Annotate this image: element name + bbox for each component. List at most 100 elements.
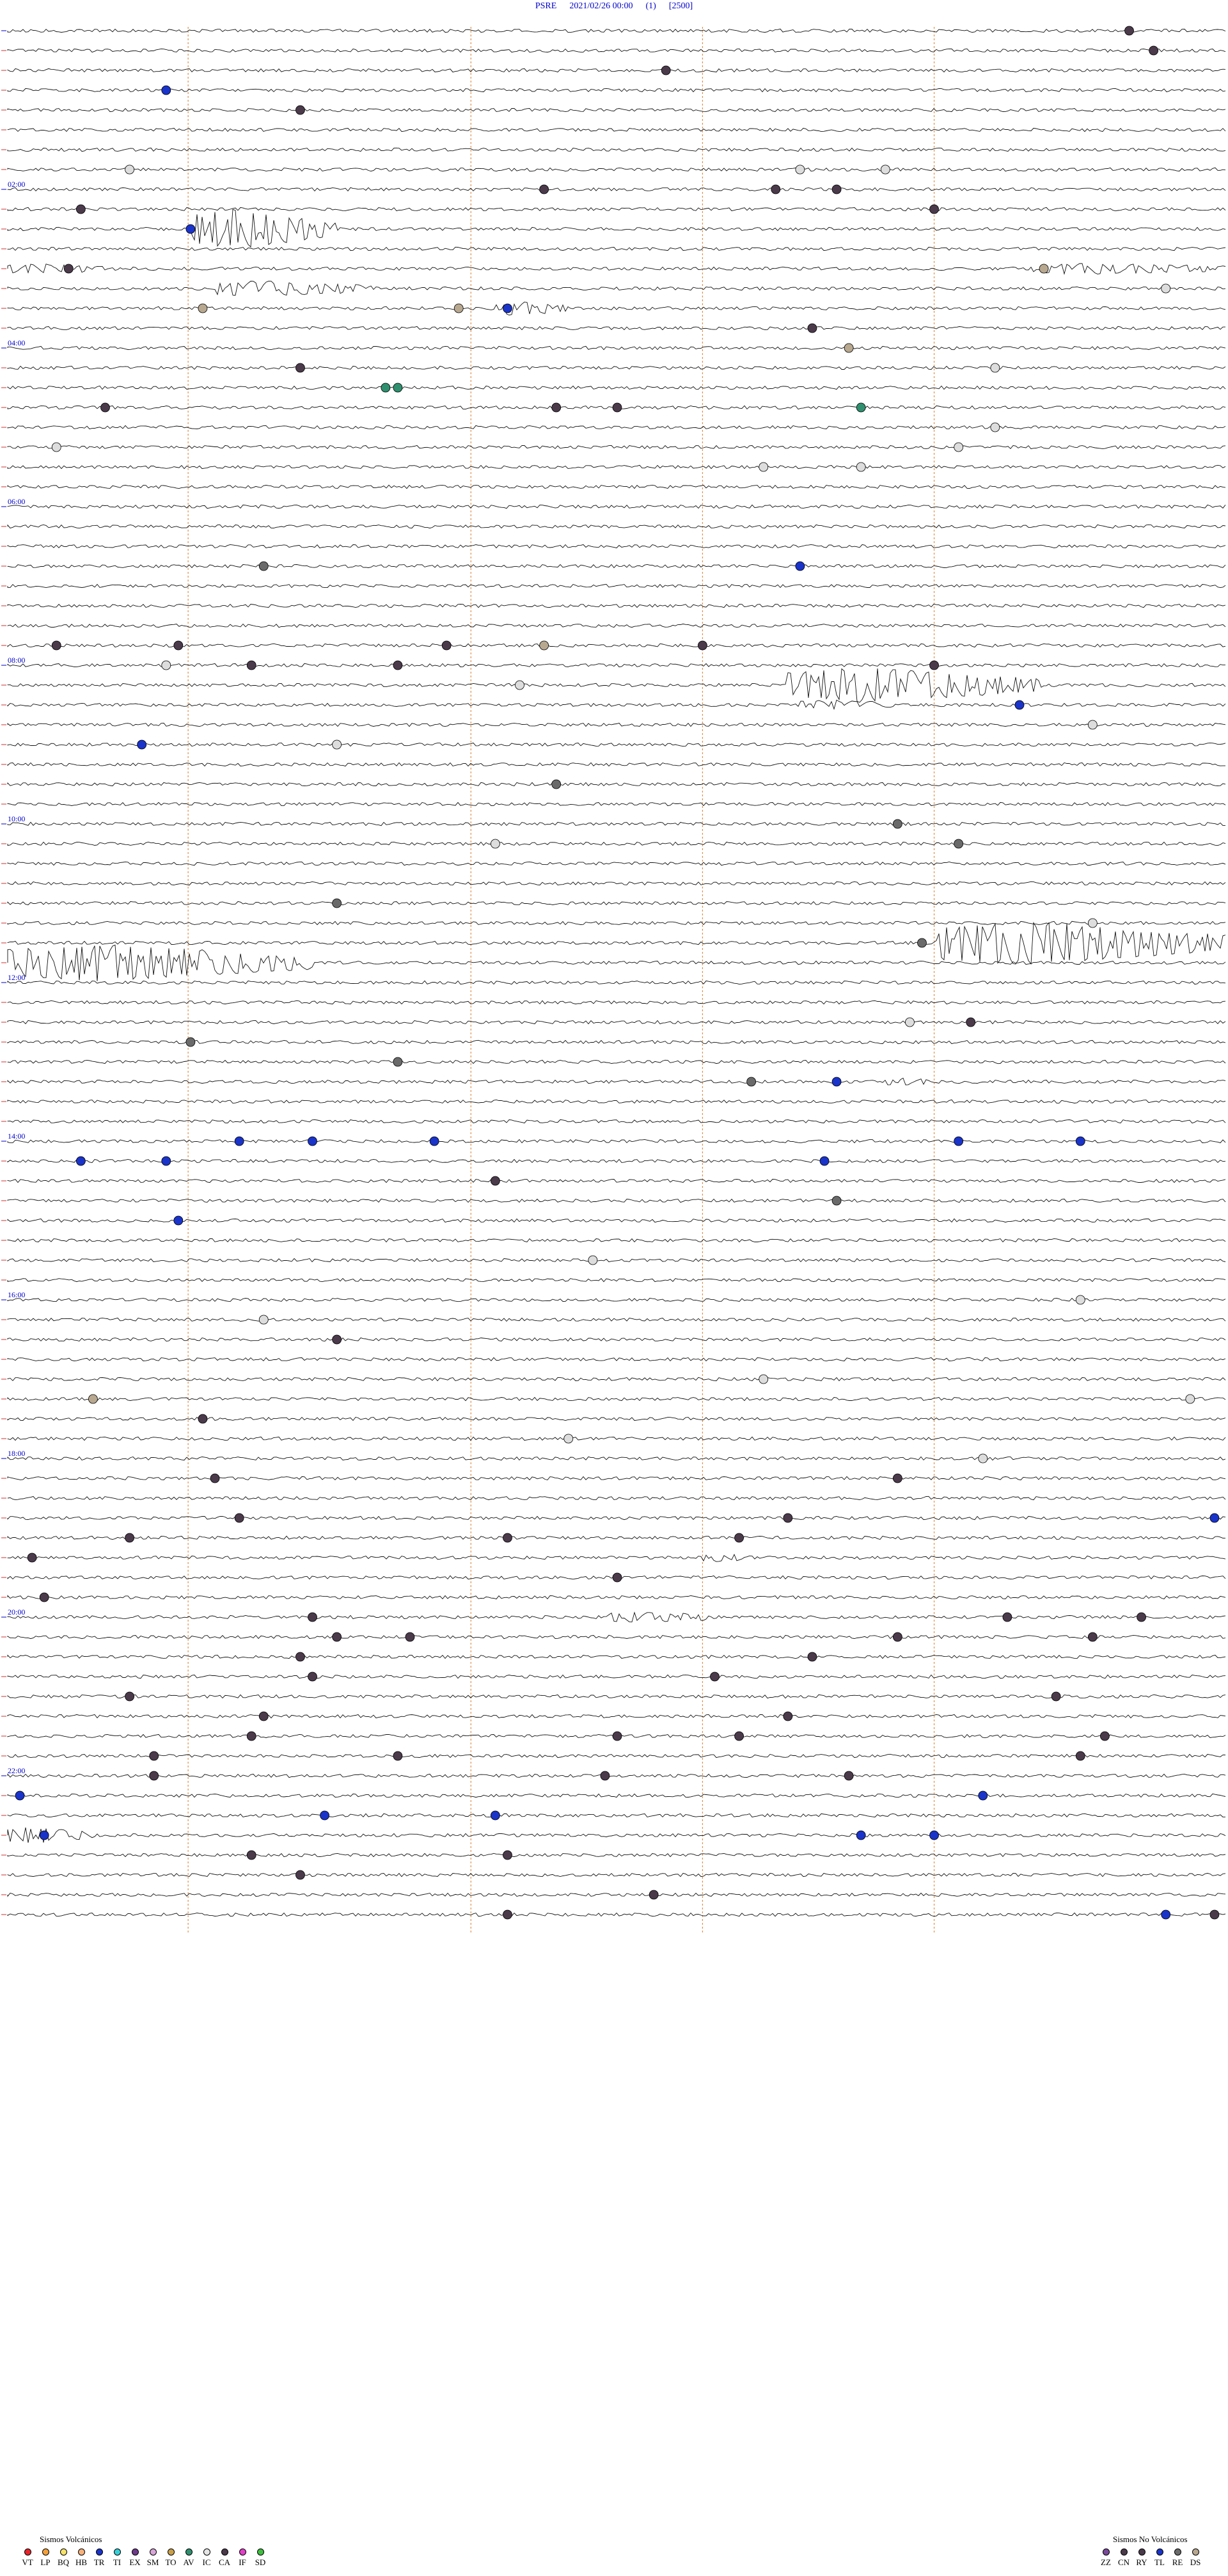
trace-90 xyxy=(7,1813,1226,1818)
event-marker-63 xyxy=(746,1077,757,1087)
nonvolcanic-legend-title: Sismos No Volcánicos xyxy=(1113,2534,1188,2544)
event-marker-95 xyxy=(39,1592,49,1602)
event-marker-124 xyxy=(491,1810,500,1821)
trace-36 xyxy=(7,742,1226,747)
event-marker-98 xyxy=(1137,1612,1146,1622)
event-marker-34 xyxy=(856,462,866,472)
event-marker-35 xyxy=(258,561,269,571)
trace-38 xyxy=(7,782,1226,787)
event-marker-119 xyxy=(600,1771,610,1781)
event-marker-78 xyxy=(332,1334,342,1345)
volcanic-legend-dot-tr xyxy=(95,2548,103,2556)
event-marker-53 xyxy=(954,839,964,849)
nonvolcanic-legend-item-ds: DS xyxy=(1188,2548,1202,2568)
trace-61 xyxy=(7,1238,1226,1243)
event-marker-112 xyxy=(612,1731,622,1741)
event-marker-79 xyxy=(759,1374,769,1384)
trace-53 xyxy=(7,1077,1226,1086)
event-marker-2 xyxy=(661,65,671,75)
event-marker-133 xyxy=(1161,1909,1171,1920)
trace-34 xyxy=(7,699,1226,710)
trace-77 xyxy=(7,1554,1226,1562)
event-marker-126 xyxy=(856,1830,866,1840)
event-marker-132 xyxy=(503,1909,512,1920)
trace-56 xyxy=(7,1139,1226,1144)
nonvolcanic-legend-label-cn: CN xyxy=(1117,2557,1130,2567)
event-marker-86 xyxy=(892,1473,902,1483)
event-marker-27 xyxy=(551,402,562,413)
trace-29 xyxy=(7,603,1226,608)
trace-93 xyxy=(7,1872,1226,1877)
event-marker-117 xyxy=(1075,1751,1085,1761)
nonvolcanic-legend-item-tl: TL xyxy=(1153,2548,1167,2568)
event-marker-130 xyxy=(295,1870,305,1880)
nonvolcanic-legend-label-tl: TL xyxy=(1154,2557,1165,2567)
event-marker-115 xyxy=(149,1751,159,1761)
trace-60 xyxy=(7,1218,1226,1223)
trace-62 xyxy=(7,1258,1226,1263)
nonvolcanic-legend-label-ry: RY xyxy=(1136,2557,1147,2567)
event-marker-10 xyxy=(831,184,842,194)
trace-43 xyxy=(7,881,1226,886)
event-marker-46 xyxy=(515,680,524,690)
nonvolcanic-legend-item-cn: CN xyxy=(1117,2548,1131,2568)
trace-33 xyxy=(7,668,1226,703)
trace-18 xyxy=(7,385,1226,390)
event-marker-29 xyxy=(856,402,866,413)
volcanic-legend-item-bq: BQ xyxy=(56,2548,70,2568)
nonvolcanic-legend-dot-zz xyxy=(1102,2548,1110,2556)
volcanic-legend-label-sd: SD xyxy=(255,2557,266,2567)
trace-49 xyxy=(7,1000,1226,1005)
header-scale: [2500] xyxy=(668,1,693,11)
trace-7 xyxy=(7,167,1226,172)
volcanic-legend-label-sm: SM xyxy=(146,2557,159,2567)
event-marker-7 xyxy=(880,164,890,175)
event-marker-48 xyxy=(1087,720,1098,730)
event-marker-30 xyxy=(990,422,1000,432)
event-marker-57 xyxy=(917,938,927,948)
event-marker-56 xyxy=(1087,918,1098,928)
event-marker-23 xyxy=(990,363,1000,373)
trace-5 xyxy=(7,127,1226,132)
volcanic-legend-item-av: AV xyxy=(182,2548,196,2568)
volcanic-legend-label-vt: VT xyxy=(22,2557,33,2567)
event-marker-60 xyxy=(185,1037,196,1047)
header-datetime: 2021/02/26 00:00 xyxy=(569,1,633,11)
hour-label-1600: 16:00 xyxy=(8,1290,25,1299)
event-marker-43 xyxy=(246,660,256,670)
event-marker-47 xyxy=(1014,700,1025,710)
volcanic-legend-label-ex: EX xyxy=(129,2557,141,2567)
trace-42 xyxy=(7,861,1226,866)
volcanic-legend-item-vt: VT xyxy=(20,2548,35,2568)
trace-68 xyxy=(7,1377,1226,1382)
trace-24 xyxy=(7,504,1226,509)
helicorder-plot: 02:00 04:00 06:00 08:00 10:00 12:00 14:00 16:00… xyxy=(1,26,1226,1934)
nonvolcanic-legend-item-re: RE xyxy=(1170,2548,1185,2568)
event-marker-89 xyxy=(1209,1513,1220,1523)
trace-67 xyxy=(7,1357,1226,1362)
event-marker-111 xyxy=(246,1731,256,1741)
event-marker-3 xyxy=(161,85,171,95)
trace-8 xyxy=(7,187,1226,192)
trace-65 xyxy=(7,1317,1226,1322)
volcanic-legend-item-tr: TR xyxy=(92,2548,106,2568)
event-marker-116 xyxy=(393,1751,403,1761)
trace-22 xyxy=(7,464,1226,470)
trace-25 xyxy=(7,524,1226,529)
event-marker-82 xyxy=(198,1414,208,1424)
event-marker-24 xyxy=(381,383,391,393)
trace-47 xyxy=(7,944,1226,981)
event-marker-39 xyxy=(441,640,452,651)
event-marker-16 xyxy=(1161,283,1171,294)
event-marker-59 xyxy=(905,1017,915,1027)
event-marker-80 xyxy=(88,1394,98,1404)
event-marker-19 xyxy=(503,303,512,313)
trace-73 xyxy=(7,1476,1226,1481)
trace-6 xyxy=(7,147,1226,152)
trace-27 xyxy=(7,564,1226,569)
event-marker-71 xyxy=(819,1156,830,1166)
volcanic-legend-item-if: IF xyxy=(235,2548,249,2568)
event-marker-105 xyxy=(308,1671,317,1682)
trace-84 xyxy=(7,1694,1226,1699)
event-marker-11 xyxy=(75,204,86,214)
